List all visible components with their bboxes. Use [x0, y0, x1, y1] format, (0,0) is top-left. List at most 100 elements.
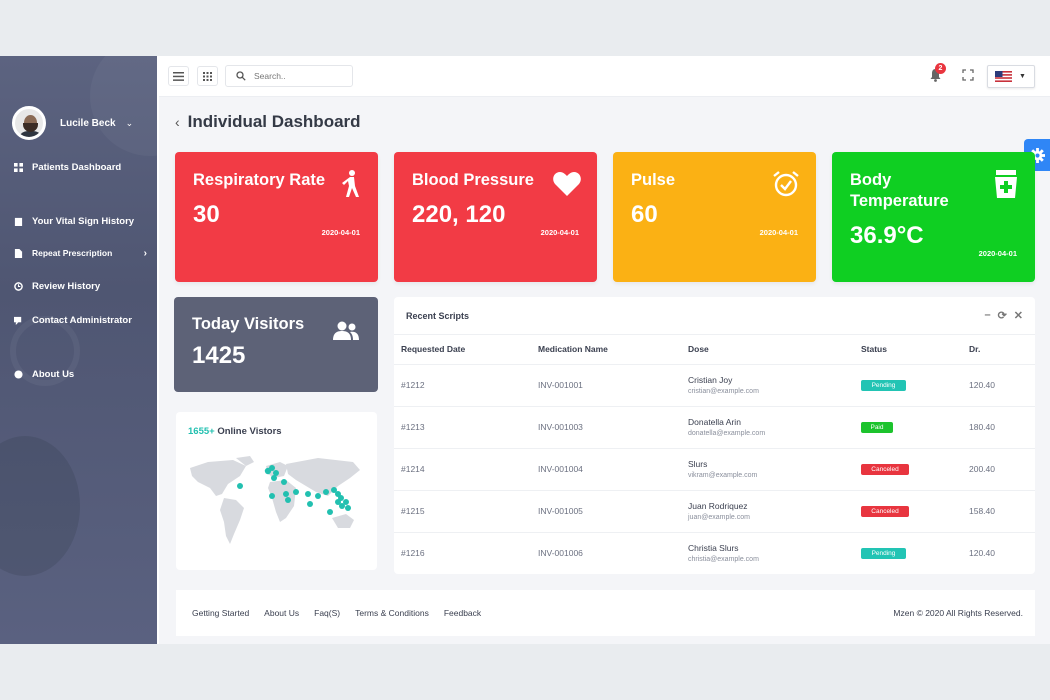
column-header[interactable]: Dose [681, 335, 854, 364]
sidebar-item-label: Review History [32, 281, 101, 292]
blood-pressure-card[interactable]: Blood Pressure 220, 120 2020-04-01 [394, 152, 597, 282]
menu-toggle-button[interactable] [168, 66, 189, 86]
sidebar-item-label: Patients Dashboard [32, 162, 122, 173]
status-cell: Pending [854, 531, 962, 574]
medication-name: INV-001006 [531, 531, 681, 574]
dr-value: 120.40 [962, 531, 1035, 574]
language-selector[interactable]: ▼ [987, 65, 1035, 88]
us-flag-icon [995, 71, 1012, 82]
page-title: Individual Dashboard [187, 112, 361, 131]
hamburger-icon [173, 71, 184, 81]
panel-title: Recent Scripts [406, 310, 470, 321]
topbar: 2 ▼ [159, 56, 1050, 97]
requested-date: #1215 [394, 489, 531, 532]
column-header[interactable]: Status [854, 335, 962, 364]
table-row[interactable]: #1216 INV-001006 Christia Slurs christia@… [394, 531, 1035, 574]
column-header[interactable]: Medication Name [531, 335, 681, 364]
table-row[interactable]: #1214 INV-001004 Slurs vikram@example.com… [394, 447, 1035, 490]
sidebar-item-review-history[interactable]: Review History [14, 281, 149, 292]
medication-name: INV-001001 [531, 363, 681, 406]
footer-link-getting-started[interactable]: Getting Started [192, 608, 249, 618]
respiratory-rate-card[interactable]: Respiratory Rate 30 2020-04-01 [175, 152, 378, 282]
status-cell: Canceled [854, 447, 962, 490]
online-text: Online Vistors [217, 426, 282, 437]
footer-link-faq[interactable]: Faq(S) [314, 608, 340, 618]
card-date: 2020-04-01 [540, 228, 579, 237]
info-icon [14, 370, 23, 379]
dose-email: donatella@example.com [688, 430, 766, 437]
requested-date: #1216 [394, 531, 531, 574]
sidebar-item-contact-administrator[interactable]: Contact Administrator [14, 315, 149, 326]
column-header[interactable]: Dr. [962, 335, 1035, 364]
refresh-icon[interactable]: ⟳ [998, 309, 1007, 322]
online-visitors-label: 1655+ Online Vistors [188, 426, 365, 437]
users-icon [333, 321, 359, 340]
body-temperature-card[interactable]: Body Temperature 36.9°C 2020-04-01 [832, 152, 1035, 282]
column-header[interactable]: Requested Date [394, 335, 531, 364]
requested-date: #1213 [394, 405, 531, 448]
dr-value: 180.40 [962, 405, 1035, 448]
footer-link-feedback[interactable]: Feedback [444, 608, 481, 618]
sidebar-item-about-us[interactable]: About Us [14, 369, 149, 380]
table-row[interactable]: #1215 INV-001005 Juan Rodriquez juan@exam… [394, 489, 1035, 532]
dose-email: christia@example.com [688, 556, 759, 564]
grid-icon [14, 163, 23, 172]
user-menu[interactable]: Lucile Beck ⌄ [12, 106, 133, 140]
online-count: 1655+ [188, 426, 215, 437]
medicine-icon [995, 170, 1017, 198]
requested-date: #1214 [394, 447, 531, 490]
sidebar-item-label: About Us [32, 369, 75, 380]
search-icon [236, 71, 246, 81]
card-value: 220, 120 [412, 201, 506, 228]
scripts-table: Requested Date Medication Name Dose Stat… [394, 335, 1035, 574]
sidebar-item-vital-sign-history[interactable]: Your Vital Sign History [14, 216, 149, 227]
requested-date: #1212 [394, 363, 531, 406]
card-date: 2020-04-01 [321, 228, 360, 237]
sidebar: Lucile Beck ⌄ Patients Dashboard Your Vi… [0, 56, 159, 644]
dose-email: vikram@example.com [688, 472, 758, 479]
footer-link-about-us[interactable]: About Us [264, 608, 299, 618]
status-cell: Paid [854, 405, 962, 448]
search-input[interactable] [254, 71, 344, 81]
status-badge: Paid [861, 422, 893, 433]
dose-cell: Slurs vikram@example.com [681, 447, 854, 490]
world-map [190, 456, 360, 544]
sidebar-item-label: Contact Administrator [32, 315, 132, 326]
sidebar-item-repeat-prescription[interactable]: Repeat Prescription › [14, 247, 149, 259]
sidebar-item-patients-dashboard[interactable]: Patients Dashboard [14, 162, 149, 173]
footer: Getting Started About Us Faq(S) Terms & … [176, 590, 1035, 636]
dose-cell: Cristian Joy cristian@example.com [681, 363, 854, 406]
copyright: Mzen © 2020 All Rights Reserved. [893, 608, 1023, 618]
close-icon[interactable]: ✕ [1014, 309, 1023, 322]
dose-name: Donatella Arin [688, 417, 741, 427]
dr-value: 120.40 [962, 363, 1035, 406]
table-header-row: Requested Date Medication Name Dose Stat… [394, 335, 1035, 364]
dose-cell: Juan Rodriquez juan@example.com [681, 489, 854, 532]
avatar [12, 106, 46, 140]
caret-down-icon: ▼ [1019, 73, 1026, 80]
table-row[interactable]: #1213 INV-001003 Donatella Arin donatella… [394, 405, 1035, 448]
minimize-icon[interactable]: – [984, 309, 990, 322]
apps-button[interactable] [197, 66, 218, 86]
dr-value: 200.40 [962, 447, 1035, 490]
dose-name: Cristian Joy [688, 375, 733, 385]
table-row[interactable]: #1212 INV-001001 Cristian Joy cristian@ex… [394, 363, 1035, 406]
chevron-right-icon: › [143, 247, 147, 259]
today-visitors-card[interactable]: Today Visitors 1425 [174, 297, 378, 392]
footer-link-terms[interactable]: Terms & Conditions [355, 608, 429, 618]
recent-scripts-panel: Recent Scripts – ⟳ ✕ Requested Date Medi… [394, 297, 1035, 574]
user-name: Lucile Beck [60, 117, 116, 129]
back-arrow-icon[interactable]: ‹ [175, 114, 180, 130]
dose-name: Christia Slurs [688, 543, 739, 554]
online-visitors-card: 1655+ Online Vistors [176, 412, 377, 570]
apps-grid-icon [203, 71, 212, 81]
card-value: 1425 [192, 342, 246, 369]
status-badge: Pending [861, 548, 906, 560]
medication-name: INV-001004 [531, 447, 681, 490]
medication-name: INV-001003 [531, 405, 681, 448]
fullscreen-icon[interactable] [962, 69, 974, 81]
dr-value: 158.40 [962, 489, 1035, 532]
pulse-card[interactable]: Pulse 60 2020-04-01 [613, 152, 816, 282]
dose-cell: Donatella Arin donatella@example.com [681, 405, 854, 448]
walking-person-icon [342, 170, 359, 197]
